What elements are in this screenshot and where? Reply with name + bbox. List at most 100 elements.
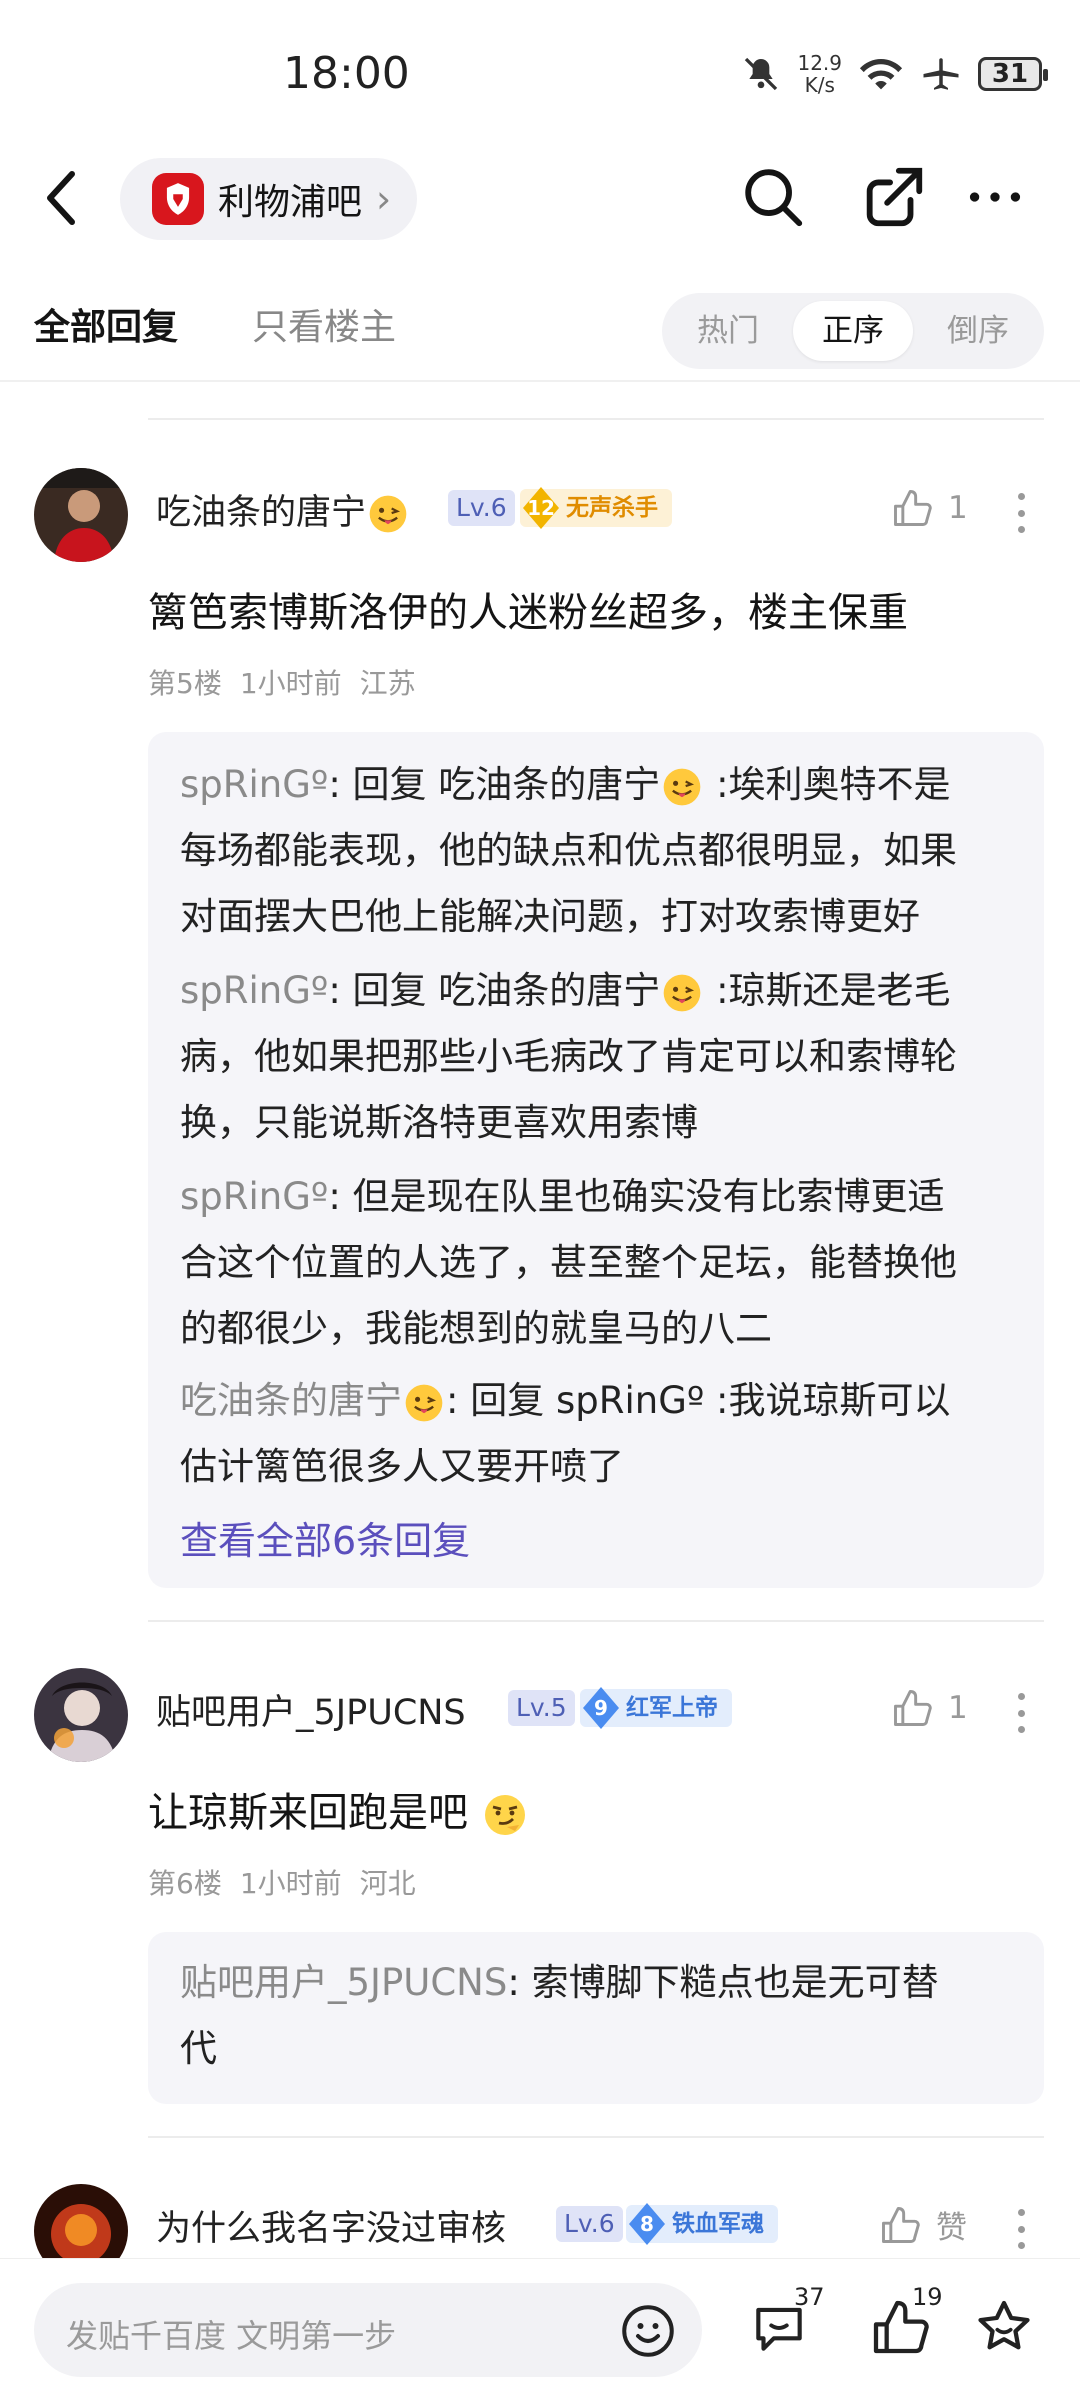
emoji-icon[interactable]: [618, 2301, 678, 2361]
sub-reply-text: 病，他如果把那些小毛病改了肯定可以和索博轮: [180, 1035, 957, 1078]
comment-count: 37: [794, 2283, 825, 2311]
sub-reply-text: 换，只能说斯洛特更喜欢用索博: [180, 1101, 698, 1144]
sub-reply-author[interactable]: 吃油条的唐宁: [180, 1379, 402, 1422]
username[interactable]: 贴吧用户_5JPUCNS: [156, 1684, 466, 1735]
like-button[interactable]: 赞: [878, 2202, 967, 2247]
thumb-up-icon: [882, 2206, 920, 2243]
status-icons: 12.9 K/s 31: [741, 52, 1048, 96]
forum-name: 利物浦吧: [218, 182, 363, 223]
member-medal: 12 无声杀手: [520, 487, 672, 529]
tongue-emoji-icon: [369, 495, 407, 533]
sub-reply-author[interactable]: spRinGº: [180, 969, 328, 1012]
sub-reply-text: 的都很少，我能想到的就皇马的八二: [180, 1307, 772, 1350]
sub-reply[interactable]: spRinGº: 回复 吃油条的唐宁 :埃利奥特不是 每场都能表现，他的缺点和优…: [180, 752, 1012, 950]
favorite-button[interactable]: [972, 2295, 1036, 2363]
sub-reply[interactable]: 贴吧用户_5JPUCNS: 索博脚下糙点也是无可替 代: [180, 1950, 1012, 2082]
sub-reply-text: :埃利奥特不是: [704, 763, 951, 806]
sub-reply-text: : 回复 吃油条的唐宁: [328, 763, 661, 806]
medal-name: 无声杀手: [566, 495, 658, 521]
tab-all-replies[interactable]: 全部回复: [34, 298, 178, 350]
smirk-emoji-icon: [484, 1795, 525, 1835]
like-count: 19: [912, 2283, 943, 2311]
sub-reply-author[interactable]: 贴吧用户_5JPUCNS: [180, 1961, 507, 2004]
post-content: 让琼斯来回跑是吧: [148, 1780, 529, 1839]
compose-placeholder: 发贴千百度 文明第一步: [66, 2317, 397, 2355]
post-time: 1小时前: [239, 1867, 342, 1900]
compose-input[interactable]: 发贴千百度 文明第一步: [34, 2283, 702, 2377]
wifi-icon: [859, 59, 903, 90]
post-more-button[interactable]: [1006, 488, 1036, 538]
tongue-emoji-icon: [663, 768, 701, 805]
sub-reply[interactable]: 吃油条的唐宁 : 回复 spRinGº :我说琼斯可以 估计篱笆很多人又要开喷了: [180, 1368, 1012, 1500]
medal-name: 红军上帝: [626, 1695, 718, 1721]
sub-reply-text: 合这个位置的人选了，甚至整个足坛，能替换他: [180, 1241, 957, 1284]
like-count: 1: [948, 490, 968, 526]
sub-reply[interactable]: spRinGº: 但是现在队里也确实没有比索博更适 合这个位置的人选了，甚至整个…: [180, 1164, 1012, 1362]
network-speed-unit: K/s: [804, 73, 835, 97]
tab-owner-only[interactable]: 只看楼主: [252, 298, 396, 350]
sort-descending[interactable]: 倒序: [918, 301, 1038, 361]
view-all-replies-link[interactable]: 查看全部6条回复: [180, 1510, 470, 1565]
sub-reply-text: : 但是现在队里也确实没有比索博更适: [328, 1175, 945, 1218]
medal-diamond-icon: 12: [520, 485, 562, 531]
medal-level: 9: [594, 1696, 608, 1720]
post-more-button[interactable]: [1006, 2204, 1036, 2254]
level-badge: Lv.5: [508, 1690, 575, 1726]
sub-reply-author[interactable]: spRinGº: [180, 763, 328, 806]
level-badge: Lv.6: [556, 2206, 623, 2242]
sort-ascending[interactable]: 正序: [793, 301, 913, 361]
level-badge: Lv.6: [448, 490, 515, 526]
sub-reply-text: : 回复 spRinGº :我说琼斯可以: [446, 1379, 951, 1422]
sub-reply-text: 估计篱笆很多人又要开喷了: [180, 1445, 624, 1488]
more-button[interactable]: [960, 162, 1030, 232]
sub-reply-author[interactable]: spRinGº: [180, 1175, 328, 1218]
thumb-up-icon: [894, 490, 932, 526]
sort-toggle: 热门 正序 倒序: [662, 293, 1044, 369]
chevron-right-icon: ›: [376, 177, 392, 221]
share-button[interactable]: [858, 162, 928, 232]
username[interactable]: 吃油条的唐宁: [156, 484, 410, 536]
forum-entry[interactable]: 利物浦吧 ›: [120, 158, 418, 240]
network-speed-value: 12.9: [797, 51, 842, 75]
forum-logo: [152, 173, 204, 225]
post-location: 江苏: [359, 667, 416, 700]
member-medal: 9 红军上帝: [580, 1687, 732, 1729]
tongue-emoji-icon: [405, 1384, 443, 1421]
like-count: 1: [948, 1690, 968, 1726]
sub-reply-text: 代: [180, 2027, 217, 2070]
search-button[interactable]: [738, 162, 808, 232]
sub-reply-text: 对面摆大巴他上能解决问题，打对攻索博更好: [180, 895, 920, 938]
thumb-up-icon: [894, 1690, 932, 1726]
avatar[interactable]: [34, 1668, 128, 1762]
member-medal: 8 铁血军魂: [626, 2203, 778, 2245]
divider: [148, 1620, 1044, 1622]
medal-diamond-icon: 9: [580, 1685, 622, 1731]
network-speed: 12.9 K/s: [797, 52, 842, 96]
post-more-button[interactable]: [1006, 1688, 1036, 1738]
sub-reply-text: : 索博脚下糙点也是无可替: [507, 1961, 939, 2004]
sub-reply[interactable]: spRinGº: 回复 吃油条的唐宁 :琼斯还是老毛 病，他如果把那些小毛病改了…: [180, 958, 1012, 1156]
username[interactable]: 为什么我名字没过审核: [156, 2200, 506, 2251]
status-time: 18:00: [283, 48, 410, 99]
floor-number: 第6楼: [148, 1867, 222, 1900]
back-button[interactable]: [42, 168, 82, 228]
star-icon: [978, 2300, 1030, 2350]
medal-name: 铁血军魂: [672, 2211, 764, 2237]
post-meta: 第5楼 1小时前 江苏: [148, 662, 434, 702]
medal-diamond-icon: 8: [626, 2201, 668, 2247]
like-label: 赞: [936, 2210, 967, 2246]
post-time: 1小时前: [239, 667, 342, 700]
medal-level: 8: [640, 2212, 654, 2236]
tongue-emoji-icon: [663, 974, 701, 1011]
like-button[interactable]: 1: [890, 1686, 968, 1730]
like-button[interactable]: 1: [890, 486, 968, 530]
bell-off-icon: [745, 57, 778, 91]
divider: [148, 418, 1044, 420]
avatar[interactable]: [34, 468, 128, 562]
back-arrow-icon: [47, 171, 75, 225]
battery-indicator: 31: [978, 57, 1048, 91]
sub-reply-text: : 回复 吃油条的唐宁: [328, 969, 661, 1012]
sort-hot[interactable]: 热门: [668, 301, 788, 361]
sub-replies-box[interactable]: spRinGº: 回复 吃油条的唐宁 :埃利奥特不是 每场都能表现，他的缺点和优…: [148, 732, 1044, 1588]
sub-replies-box[interactable]: 贴吧用户_5JPUCNS: 索博脚下糙点也是无可替 代: [148, 1932, 1044, 2104]
